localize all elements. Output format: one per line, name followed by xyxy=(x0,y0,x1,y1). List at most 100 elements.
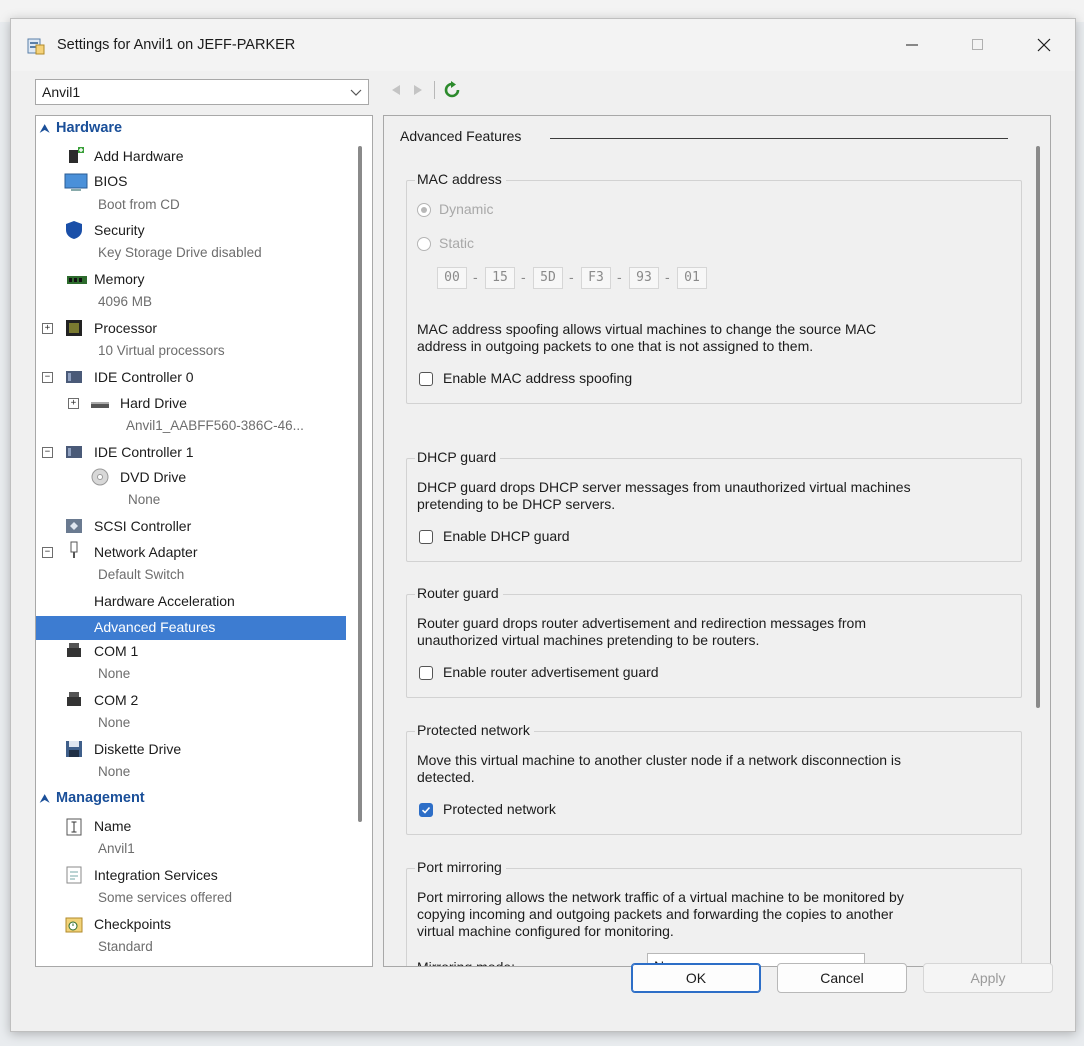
toolbar-divider xyxy=(434,81,435,99)
advanced-features-panel: Advanced Features MAC address Dynamic St… xyxy=(383,115,1051,967)
router-guard-legend: Router guard xyxy=(415,585,503,601)
sidebar-item-checkpoints-sub: Standard xyxy=(98,939,153,954)
sidebar-item-integration-services[interactable]: Integration Services xyxy=(94,867,218,883)
sidebar-item-security[interactable]: Security xyxy=(94,222,145,238)
dhcp-guard-checkbox[interactable] xyxy=(419,530,433,544)
tree-scrollbar[interactable] xyxy=(358,146,362,822)
port-mirroring-group: Port mirroring Port mirroring allows the… xyxy=(406,859,1022,967)
management-section-header[interactable]: ⮝ Management xyxy=(40,790,145,806)
mac-address-legend: MAC address xyxy=(415,171,506,187)
sidebar-item-com-1[interactable]: COM 1 xyxy=(94,643,138,659)
collapse-chevron-icon: ⮝ xyxy=(40,793,50,805)
dhcp-guard-description: DHCP guard drops DHCP server messages fr… xyxy=(417,479,911,512)
hardware-section-header[interactable]: ⮝ Hardware xyxy=(40,120,122,136)
sidebar-item-memory[interactable]: Memory xyxy=(94,271,145,287)
minimize-icon xyxy=(906,44,918,46)
sidebar-item-add-hardware[interactable]: Add Hardware xyxy=(94,148,184,164)
sidebar-item-memory-sub: 4096 MB xyxy=(98,294,153,309)
refresh-icon[interactable] xyxy=(443,81,461,99)
network-adapter-collapse-toggle[interactable]: − xyxy=(42,547,53,558)
network-adapter-icon xyxy=(70,541,78,558)
sidebar-item-scsi-controller[interactable]: SCSI Controller xyxy=(94,518,191,534)
mac-static-radio[interactable] xyxy=(417,237,431,251)
cancel-button[interactable]: Cancel xyxy=(777,963,907,993)
dhcp-guard-label: Enable DHCP guard xyxy=(443,528,570,544)
memory-chip-icon xyxy=(67,276,87,284)
sidebar-item-network-adapter[interactable]: Network Adapter xyxy=(94,544,198,560)
sidebar-item-name[interactable]: Name xyxy=(94,818,131,834)
sidebar-item-processor[interactable]: Processor xyxy=(94,320,157,336)
bios-monitor-icon xyxy=(64,173,88,191)
vm-selector-dropdown[interactable]: Anvil1 xyxy=(35,79,369,105)
sidebar-item-network-adapter-sub: Default Switch xyxy=(98,567,185,582)
shield-icon xyxy=(66,221,82,239)
router-guard-checkbox[interactable] xyxy=(419,666,433,680)
close-icon xyxy=(1037,38,1051,52)
router-guard-label: Enable router advertisement guard xyxy=(443,664,659,680)
back-arrow-icon[interactable] xyxy=(389,83,403,97)
add-hardware-icon xyxy=(69,147,84,163)
dhcp-guard-legend: DHCP guard xyxy=(415,449,501,465)
maximize-icon xyxy=(972,39,983,50)
mac-address-group: MAC address Dynamic Static 00 - 15 - 5D … xyxy=(406,171,1022,404)
sidebar-item-checkpoints[interactable]: Checkpoints xyxy=(94,916,171,932)
protected-network-description: Move this virtual machine to another clu… xyxy=(417,752,902,785)
panel-title-rule xyxy=(550,138,1008,139)
sidebar-item-ide-controller-1[interactable]: IDE Controller 1 xyxy=(94,444,194,460)
mac-separator: - xyxy=(617,269,622,285)
hard-drive-expand-toggle[interactable]: + xyxy=(68,398,79,409)
name-text-cursor-icon xyxy=(66,818,82,836)
ide0-collapse-toggle[interactable]: − xyxy=(42,372,53,383)
panel-title: Advanced Features xyxy=(400,128,522,144)
sidebar-item-hard-drive[interactable]: Hard Drive xyxy=(120,395,187,411)
close-button[interactable] xyxy=(1021,29,1067,61)
mac-octet-2[interactable]: 15 xyxy=(485,267,515,289)
sidebar-item-dvd-drive-sub: None xyxy=(128,492,161,507)
processor-expand-toggle[interactable]: + xyxy=(42,323,53,334)
mac-dynamic-radio[interactable] xyxy=(417,203,431,217)
port-mirroring-description: Port mirroring allows the network traffi… xyxy=(417,889,904,939)
sidebar-item-advanced-features[interactable]: Advanced Features xyxy=(94,619,215,635)
protected-network-checkbox[interactable] xyxy=(419,803,433,817)
mac-octet-3[interactable]: 5D xyxy=(533,267,563,289)
settings-window: Settings for Anvil1 on JEFF-PARKER Anvil… xyxy=(10,18,1076,1032)
minimize-button[interactable] xyxy=(889,29,935,61)
settings-window-icon xyxy=(27,38,45,55)
ok-button[interactable]: OK xyxy=(631,963,761,993)
com-port-icon xyxy=(67,692,81,706)
checkmark-icon xyxy=(421,806,431,814)
sidebar-item-ide-controller-0[interactable]: IDE Controller 0 xyxy=(94,369,194,385)
sidebar-item-dvd-drive[interactable]: DVD Drive xyxy=(120,469,186,485)
sidebar-item-com-2-sub: None xyxy=(98,715,131,730)
sidebar-item-diskette-drive[interactable]: Diskette Drive xyxy=(94,741,181,757)
diskette-icon xyxy=(66,741,82,757)
sidebar-item-bios[interactable]: BIOS xyxy=(94,173,127,189)
scsi-controller-icon xyxy=(66,519,82,533)
apply-button[interactable]: Apply xyxy=(923,963,1053,993)
dvd-disc-icon xyxy=(91,468,109,486)
mac-spoofing-description: MAC address spoofing allows virtual mach… xyxy=(417,321,877,354)
maximize-button[interactable] xyxy=(955,29,1001,61)
mac-octet-1[interactable]: 00 xyxy=(437,267,467,289)
collapse-chevron-icon: ⮝ xyxy=(40,123,50,135)
processor-chip-icon xyxy=(66,320,82,336)
ide-controller-icon xyxy=(66,446,82,458)
forward-arrow-icon[interactable] xyxy=(411,83,425,97)
sidebar-item-bios-sub: Boot from CD xyxy=(98,197,180,212)
sidebar-item-hardware-acceleration[interactable]: Hardware Acceleration xyxy=(94,593,235,609)
sidebar-item-com-2[interactable]: COM 2 xyxy=(94,692,138,708)
mac-dynamic-label: Dynamic xyxy=(439,201,494,217)
mac-spoofing-checkbox[interactable] xyxy=(419,372,433,386)
mac-octet-6[interactable]: 01 xyxy=(677,267,707,289)
ide1-collapse-toggle[interactable]: − xyxy=(42,447,53,458)
mac-separator: - xyxy=(569,269,574,285)
panel-scrollbar[interactable] xyxy=(1036,146,1040,708)
sidebar-item-com-1-sub: None xyxy=(98,666,131,681)
mac-octet-4[interactable]: F3 xyxy=(581,267,611,289)
sidebar-item-name-sub: Anvil1 xyxy=(98,841,135,856)
mac-separator: - xyxy=(665,269,670,285)
mirroring-mode-label: Mirroring mode: xyxy=(417,959,516,967)
window-title: Settings for Anvil1 on JEFF-PARKER xyxy=(57,37,296,53)
mac-octet-5[interactable]: 93 xyxy=(629,267,659,289)
sidebar-item-processor-sub: 10 Virtual processors xyxy=(98,343,225,358)
